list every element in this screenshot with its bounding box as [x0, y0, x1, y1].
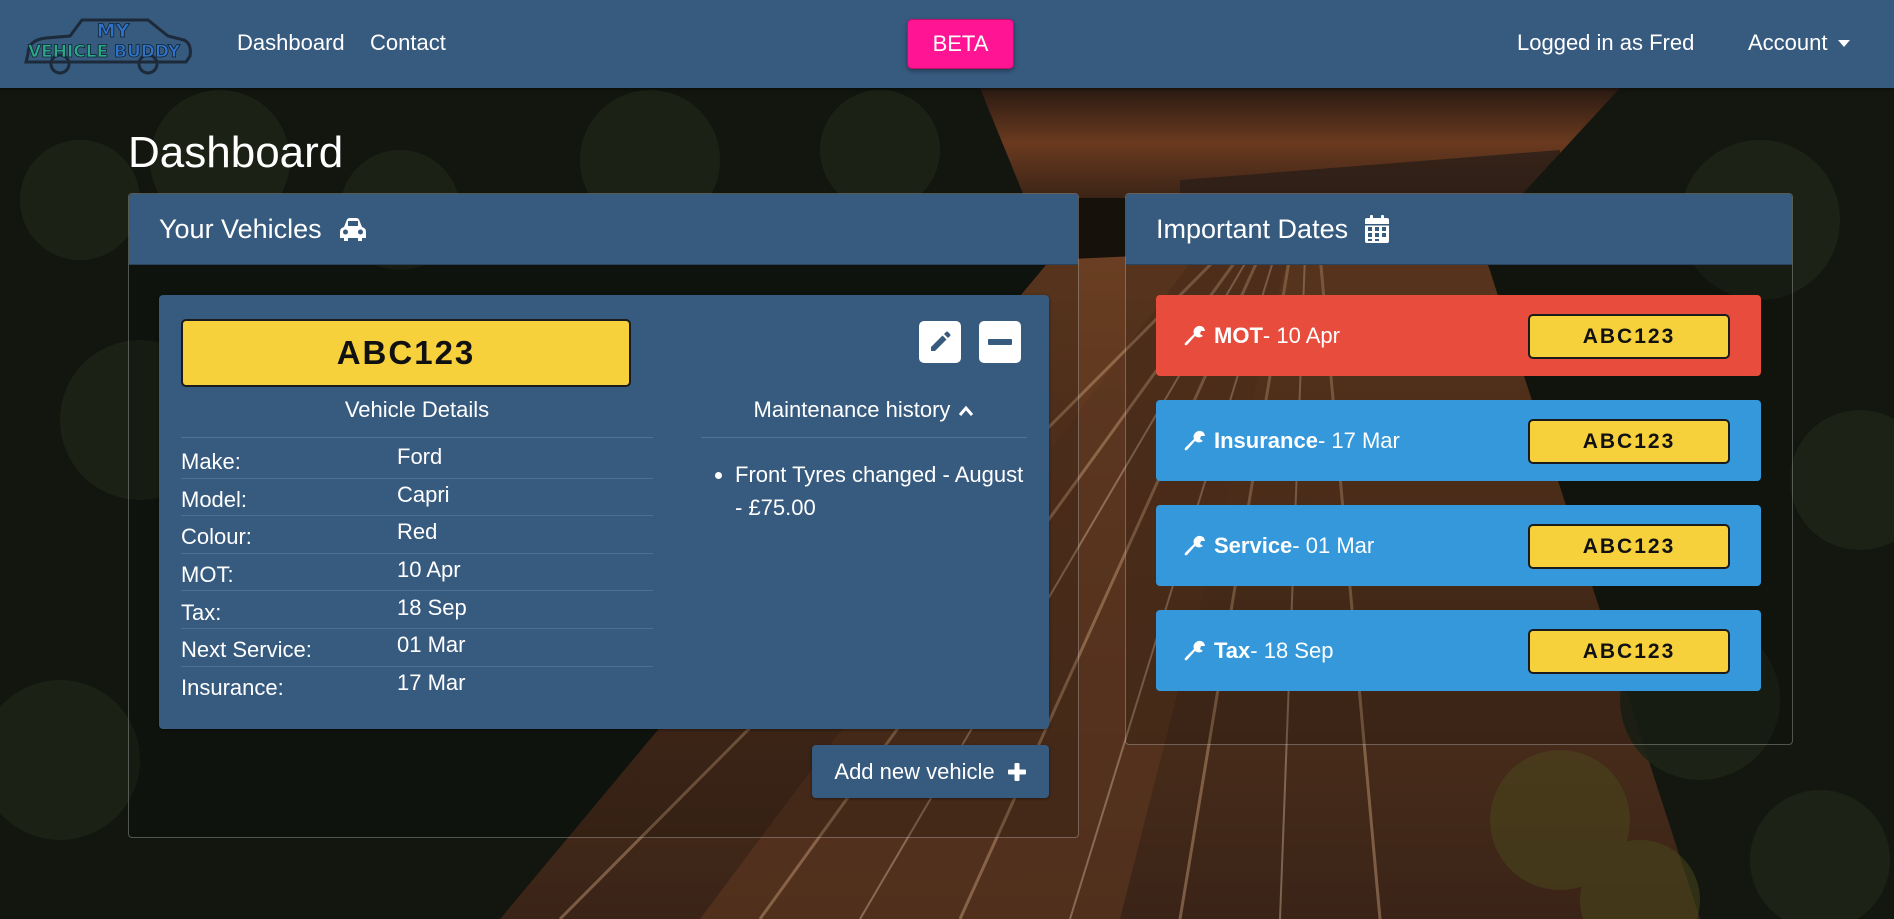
car-icon: [339, 218, 366, 241]
remove-vehicle-button[interactable]: [979, 321, 1021, 363]
maintenance-title: Maintenance history: [753, 397, 951, 422]
detail-row-next-service: Next Service: 01 Mar: [181, 629, 653, 667]
date-value: - 01 Mar: [1292, 532, 1375, 558]
detail-value: Ford: [397, 444, 443, 470]
date-item-tax[interactable]: Tax - 18 Sep ABC123: [1156, 610, 1761, 691]
edit-vehicle-button[interactable]: [919, 321, 961, 363]
wrench-icon: [1184, 325, 1205, 345]
date-value: - 17 Mar: [1317, 427, 1400, 453]
beta-badge[interactable]: BETA: [907, 19, 1014, 69]
vehicle-details-table: Make: Ford Model: Capri Colour: Red MOT: 10 …: [181, 441, 653, 704]
details-divider: [181, 437, 653, 438]
detail-label: Colour:: [181, 524, 252, 550]
pencil-icon: [931, 331, 951, 351]
vehicle-panel: ABC123 Vehicle Details Maintenance histo…: [159, 295, 1049, 729]
maintenance-divider: [701, 437, 1027, 438]
vehicle-details-title: Vehicle Details: [344, 397, 490, 422]
nav-link-contact[interactable]: Contact: [370, 30, 446, 56]
detail-row-insurance: Insurance: 17 Mar: [181, 667, 653, 705]
logo-line2-buddy: BUDDY: [114, 42, 181, 62]
detail-value: 17 Mar: [397, 670, 466, 696]
detail-row-colour: Colour: Red: [181, 516, 653, 554]
detail-label: Tax:: [181, 599, 222, 625]
wrench-icon: [1184, 430, 1205, 450]
vehicles-card: Your Vehicles ABC123 Vehicle Details Mai…: [128, 193, 1079, 838]
detail-label: MOT:: [181, 562, 234, 588]
date-type: Tax: [1214, 637, 1251, 663]
date-value: - 18 Sep: [1250, 637, 1334, 663]
wrench-icon: [1184, 640, 1205, 660]
navbar: MY VEHICLE BUDDY Dashboard Contact BETA …: [0, 0, 1894, 88]
detail-row-make: Make: Ford: [181, 441, 653, 479]
important-dates-card: Important Dates MOT - 10 Apr ABC123 Insu…: [1125, 193, 1793, 745]
detail-label: Model:: [181, 486, 248, 512]
date-item-mot[interactable]: MOT - 10 Apr ABC123: [1156, 295, 1761, 376]
detail-row-model: Model: Capri: [181, 479, 653, 517]
date-item-insurance[interactable]: Insurance - 17 Mar ABC123: [1156, 400, 1761, 481]
minus-icon: [988, 339, 1012, 345]
logged-in-text: Logged in as Fred: [1517, 30, 1695, 55]
nav-link-dashboard[interactable]: Dashboard: [237, 30, 345, 56]
detail-row-tax: Tax: 18 Sep: [181, 591, 653, 629]
detail-value: 10 Apr: [397, 557, 461, 583]
vehicles-title: Your Vehicles: [159, 213, 322, 244]
date-type: Service: [1214, 532, 1293, 558]
vehicle-plate: ABC123: [181, 319, 631, 387]
date-plate: ABC123: [1528, 314, 1730, 359]
date-type: MOT: [1214, 322, 1263, 348]
logo-line1: MY: [97, 20, 130, 42]
page-title: Dashboard: [128, 128, 344, 177]
detail-value: 01 Mar: [397, 632, 466, 658]
date-type: Insurance: [1214, 427, 1318, 453]
maintenance-list: Front Tyres changed - August - £75.00: [707, 458, 1027, 524]
add-vehicle-button[interactable]: Add new vehicle: [812, 745, 1049, 798]
vehicles-card-header: Your Vehicles: [129, 194, 1078, 265]
calendar-icon: [1365, 215, 1390, 243]
date-plate: ABC123: [1528, 419, 1730, 464]
maintenance-item: Front Tyres changed - August - £75.00: [707, 458, 1027, 524]
chevron-up-icon: [959, 405, 974, 417]
date-plate: ABC123: [1528, 524, 1730, 569]
logo[interactable]: MY VEHICLE BUDDY: [18, 14, 194, 76]
detail-label: Insurance:: [181, 675, 284, 701]
account-label: Account: [1748, 30, 1828, 55]
detail-value: Red: [397, 519, 438, 545]
dates-title: Important Dates: [1156, 213, 1349, 244]
date-plate: ABC123: [1528, 629, 1730, 674]
maintenance-history-toggle[interactable]: Maintenance history: [701, 397, 1027, 423]
caret-down-icon: [1837, 39, 1850, 47]
dates-card-header: Important Dates: [1126, 194, 1792, 265]
plus-icon: [1007, 762, 1026, 781]
detail-value: 18 Sep: [397, 594, 467, 620]
detail-label: Next Service:: [181, 637, 312, 663]
add-vehicle-label: Add new vehicle: [834, 758, 995, 784]
detail-label: Make:: [181, 449, 241, 475]
detail-row-mot: MOT: 10 Apr: [181, 554, 653, 592]
detail-value: Capri: [397, 481, 450, 507]
account-dropdown[interactable]: Account: [1748, 30, 1850, 56]
date-value: - 10 Apr: [1262, 322, 1340, 348]
wrench-icon: [1184, 535, 1205, 555]
logo-line2-vehicle: VEHICLE: [28, 42, 108, 62]
date-item-service[interactable]: Service - 01 Mar ABC123: [1156, 505, 1761, 586]
